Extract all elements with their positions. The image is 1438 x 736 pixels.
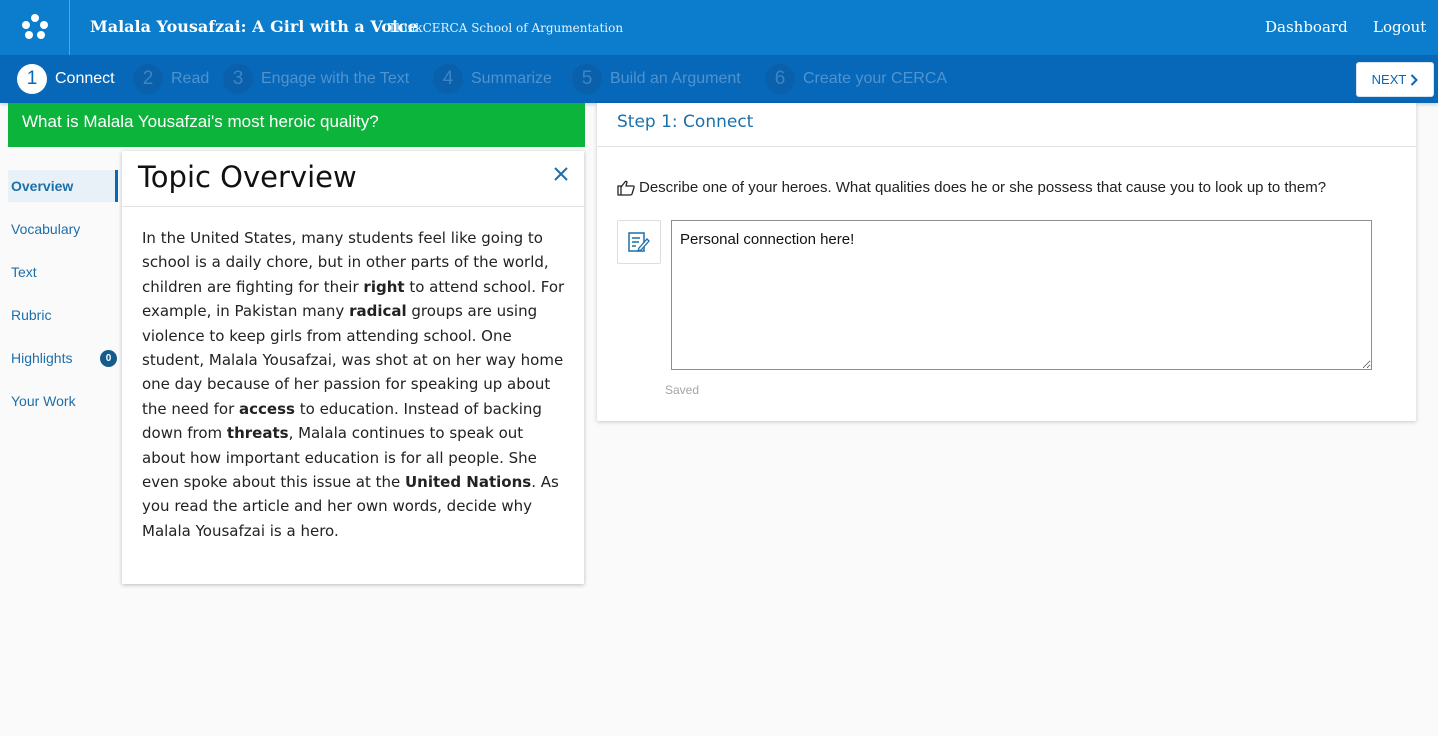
top-header: Malala Yousafzai: A Girl with a Voice Th… [0, 0, 1438, 55]
vocabulary-term: right [363, 277, 405, 296]
vocabulary-term: access [239, 399, 295, 418]
step-number: 3 [223, 64, 253, 94]
topic-overview-text: In the United States, many students feel… [142, 226, 567, 543]
sidebar-item-label: Highlights [11, 350, 73, 366]
question-banner: What is Malala Yousafzai's most heroic q… [8, 103, 585, 147]
vocabulary-term: United Nations [404, 473, 532, 492]
close-icon[interactable] [552, 165, 570, 183]
sidebar-item-text[interactable]: Text [8, 256, 118, 288]
step-create-cerca[interactable]: 6 Create your CERCA [765, 64, 947, 94]
step-number: 4 [433, 64, 463, 94]
step-read[interactable]: 2 Read [133, 64, 209, 94]
next-label: NEXT [1371, 72, 1407, 87]
step-label: Read [171, 70, 210, 87]
connection-answer-input[interactable]: Personal connection here! [671, 220, 1372, 370]
topic-overview-header: Topic Overview [122, 151, 584, 207]
chevron-right-icon [1411, 73, 1419, 86]
pointing-hand-icon [617, 180, 635, 196]
connect-panel: Step 1: Connect Describe one of your her… [597, 103, 1416, 421]
logo[interactable] [0, 0, 70, 55]
step-heading: Step 1: Connect [617, 112, 754, 132]
step-number: 1 [17, 64, 47, 94]
logout-link[interactable]: Logout [1373, 18, 1426, 36]
next-button[interactable]: NEXT [1356, 62, 1434, 97]
step-number: 5 [572, 64, 602, 94]
highlights-count-badge: 0 [100, 350, 117, 367]
step-engage[interactable]: 3 Engage with the Text [223, 64, 409, 94]
save-status: Saved [665, 383, 700, 397]
step-label: Engage with the Text [261, 70, 410, 87]
vocabulary-term: radical [349, 302, 407, 321]
sidebar-item-overview[interactable]: Overview [8, 170, 118, 202]
topic-overview-panel: Topic Overview In the United States, man… [122, 151, 584, 584]
prompt-text: Describe one of your heroes. What qualit… [639, 179, 1327, 196]
step-label: Create your CERCA [803, 70, 948, 87]
sidebar-item-highlights[interactable]: Highlights 0 [8, 342, 118, 374]
topic-overview-title: Topic Overview [138, 160, 357, 194]
step-build-argument[interactable]: 5 Build an Argument [572, 64, 741, 94]
sidebar-item-vocabulary[interactable]: Vocabulary [8, 213, 118, 245]
steps-bar: 1 Connect 2 Read 3 Engage with the Text … [0, 55, 1438, 103]
step-label: Summarize [471, 70, 552, 87]
step-connect[interactable]: 1 Connect [17, 64, 115, 94]
connect-panel-header: Step 1: Connect [597, 103, 1416, 147]
app-title: Malala Yousafzai: A Girl with a Voice [90, 17, 418, 36]
vocabulary-term: threats [226, 424, 289, 443]
app-subtitle: ThinkCERCA School of Argumentation [388, 21, 624, 35]
edit-note-icon [628, 232, 650, 253]
step-summarize[interactable]: 4 Summarize [433, 64, 552, 94]
prompt-row: Describe one of your heroes. What qualit… [617, 179, 1326, 196]
dashboard-link[interactable]: Dashboard [1265, 18, 1348, 36]
edit-note-button[interactable] [617, 220, 661, 264]
step-label: Connect [55, 70, 115, 87]
sidebar-item-rubric[interactable]: Rubric [8, 299, 118, 331]
sidebar-item-your-work[interactable]: Your Work [8, 385, 118, 417]
step-label: Build an Argument [610, 70, 741, 87]
step-number: 2 [133, 64, 163, 94]
step-number: 6 [765, 64, 795, 94]
